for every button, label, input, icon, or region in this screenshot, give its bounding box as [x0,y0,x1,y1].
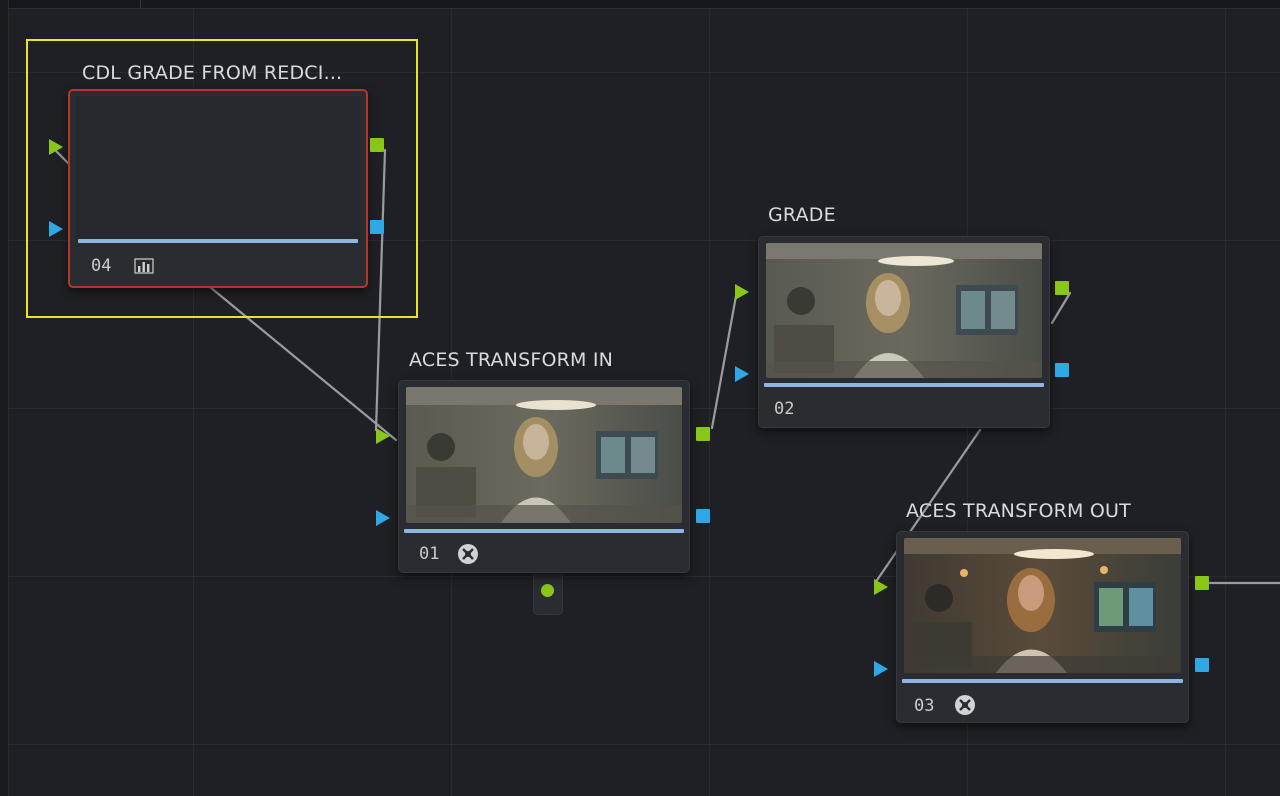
alpha-output-port[interactable] [1195,658,1209,672]
node-03[interactable]: 03 [896,531,1189,723]
rgb-output-port[interactable] [370,138,384,152]
node-thumbnail-empty [76,96,360,241]
node-04[interactable]: 04 [68,89,368,288]
rgb-output-port[interactable] [696,427,710,441]
rgb-input-port[interactable] [874,579,888,595]
alpha-input-port[interactable] [49,221,63,237]
alpha-output-port[interactable] [1055,363,1069,377]
node-02[interactable]: 02 [758,236,1050,428]
node-number: 03 [914,696,935,716]
node-number: 01 [419,544,440,564]
thumbnail-scrub-bar [902,679,1183,683]
alpha-output-port[interactable] [696,509,710,523]
rgb-input-port[interactable] [49,139,63,155]
node-number: 02 [774,399,795,419]
node-title-03: ACES TRANSFORM OUT [906,500,1131,522]
link-node02-out [1050,291,1072,325]
node-thumbnail [406,387,682,523]
bar-chart-icon [134,258,154,274]
node-01[interactable]: 01 [398,380,690,573]
node-title-02: GRADE [768,204,836,226]
thumbnail-scrub-bar [404,529,684,533]
alpha-output-port[interactable] [370,220,384,234]
rgb-input-port[interactable] [735,284,749,300]
key-output-port[interactable] [541,584,554,597]
alpha-input-port[interactable] [376,510,390,526]
node-title-01: ACES TRANSFORM IN [409,349,614,371]
key-output-tab[interactable] [533,574,563,615]
node-number: 04 [91,256,112,276]
rgb-input-port[interactable] [376,428,390,444]
rgb-output-port[interactable] [1055,281,1069,295]
thumbnail-scrub-bar [764,383,1044,387]
thumbnail-scrub-bar [78,239,358,243]
alpha-input-port[interactable] [735,366,749,382]
link-node01-to-node02 [710,294,738,430]
alpha-input-port[interactable] [874,661,888,677]
node-title-04: CDL GRADE FROM REDCI... [82,62,343,84]
fx-icon [955,695,975,715]
rgb-output-port[interactable] [1195,576,1209,590]
node-thumbnail [904,538,1181,673]
fx-icon [458,544,478,564]
node-thumbnail [766,243,1042,378]
